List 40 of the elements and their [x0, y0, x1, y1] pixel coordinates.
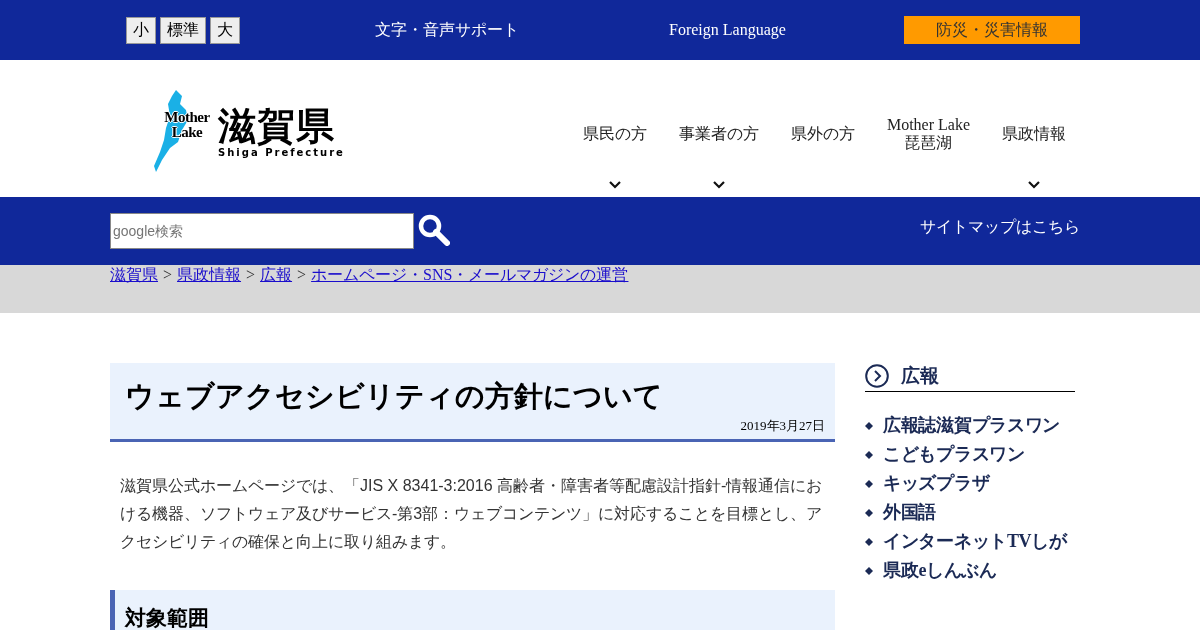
- breadcrumb-link[interactable]: 広報: [260, 266, 293, 283]
- breadcrumb-link[interactable]: ホームページ・SNS・メールマガジンの運営: [311, 266, 629, 283]
- sidebar-link[interactable]: こどもプラスワン: [883, 443, 1025, 465]
- logo-name: 滋賀県: [218, 104, 335, 147]
- disaster-info-button[interactable]: 防災・災害情報: [904, 16, 1080, 44]
- sidebar-heading: 広報: [901, 364, 939, 388]
- sitemap-link[interactable]: サイトマップはこちら: [920, 217, 1080, 238]
- diamond-bullet-icon: [865, 509, 873, 517]
- breadcrumb-separator: >: [163, 266, 173, 283]
- breadcrumb-link[interactable]: 滋賀県: [110, 266, 158, 283]
- sidebar-link[interactable]: 広報誌滋賀プラスワン: [883, 414, 1060, 436]
- nav-item[interactable]: 県民の方: [566, 60, 663, 197]
- sidebar-link[interactable]: キッズプラザ: [883, 472, 990, 494]
- chevron-circle-icon: [865, 364, 889, 388]
- sidebar-link[interactable]: 外国語: [883, 501, 937, 523]
- nav-item[interactable]: Mother Lake 琵琶湖: [870, 60, 986, 197]
- font-size-button[interactable]: 標準: [160, 16, 206, 44]
- nav-item[interactable]: 県政情報: [986, 60, 1082, 197]
- sidebar-link[interactable]: 県政eしんぶん: [883, 559, 997, 581]
- diamond-bullet-icon: [865, 567, 873, 575]
- publish-date: 2019年3月27日: [739, 417, 825, 435]
- breadcrumb-link[interactable]: 県政情報: [177, 266, 242, 283]
- diamond-bullet-icon: [865, 480, 873, 488]
- language-link[interactable]: Foreign Language: [669, 21, 786, 39]
- intro-paragraph: 滋賀県公式ホームページでは、「JIS X 8341-3:2016 高齢者・障害者等配慮設計指針-情報通信における機器、ソフトウェア及びサービス-第3部：ウェブコンテンツ」に対応することを目標とし、アクセシビリティの確保と向上に取り組みます。: [119, 476, 824, 552]
- breadcrumb-separator: >: [246, 266, 256, 283]
- breadcrumb-separator: >: [297, 266, 307, 283]
- sidebar-link[interactable]: インターネットTVしが: [883, 530, 1067, 552]
- page-title: ウェブアクセシビリティの方針について: [125, 379, 664, 414]
- support-link[interactable]: 文字・音声サポート: [375, 19, 519, 41]
- search-field[interactable]: google検索: [110, 213, 414, 249]
- section-heading: 対象範囲: [125, 605, 210, 630]
- font-size-button[interactable]: 大: [210, 16, 240, 44]
- diamond-bullet-icon: [865, 422, 873, 430]
- font-size-button[interactable]: 小: [126, 16, 156, 44]
- search-icon: [418, 213, 450, 246]
- diamond-bullet-icon: [865, 451, 873, 459]
- nav-item[interactable]: 事業者の方: [662, 60, 775, 197]
- diamond-bullet-icon: [865, 538, 873, 546]
- nav-item[interactable]: 県外の方: [774, 60, 871, 197]
